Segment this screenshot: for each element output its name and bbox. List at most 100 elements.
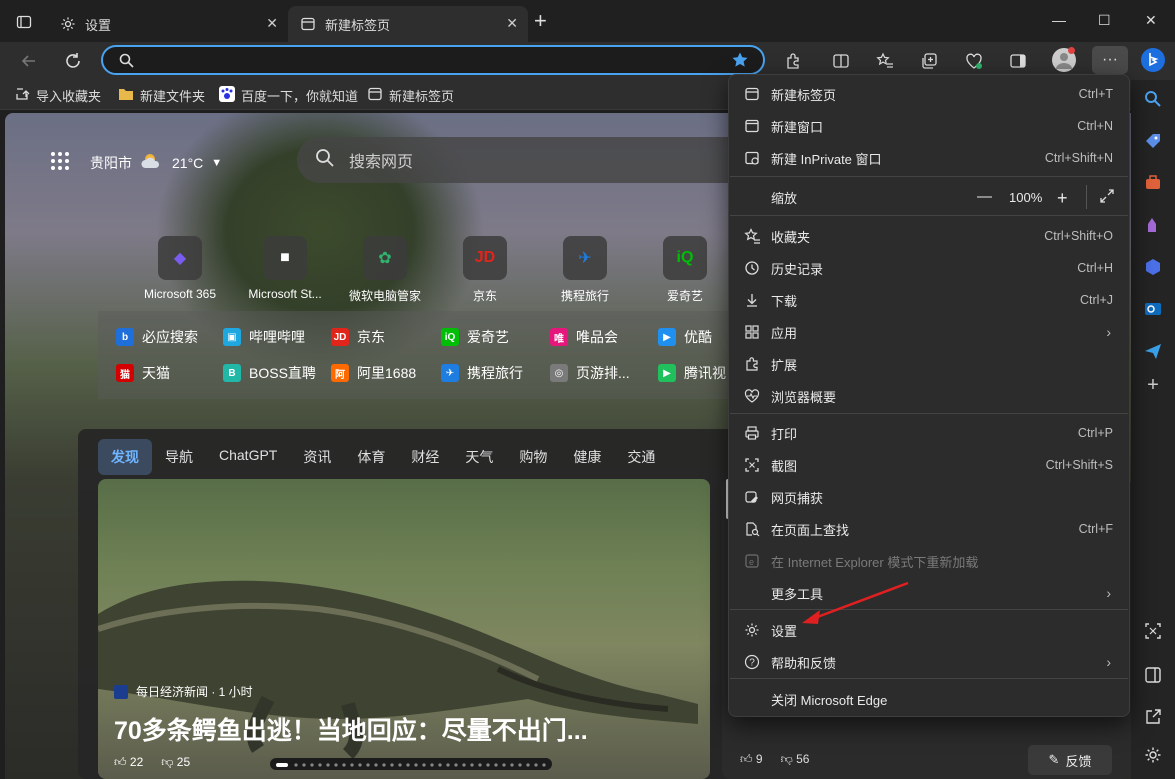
menu-item[interactable]: 设置	[729, 615, 1129, 645]
collections-icon[interactable]	[919, 50, 941, 72]
menu-item[interactable]: 关闭 Microsoft Edge	[729, 684, 1129, 714]
window-icon	[743, 117, 761, 135]
top-site-tile[interactable]: iQ 爱奇艺	[635, 236, 735, 304]
close-tab-icon[interactable]: ✕	[266, 15, 278, 32]
apps-grid-icon[interactable]	[50, 151, 70, 174]
quick-link[interactable]: ◎ 页游排...	[550, 363, 630, 383]
quick-link[interactable]: b 必应搜索	[116, 327, 198, 347]
quick-link[interactable]: ▶ 优酷	[658, 327, 712, 347]
dislike-button[interactable]: 👎︎ 25	[161, 755, 190, 770]
feed-tab[interactable]: 天气	[452, 439, 506, 475]
tools-icon[interactable]	[1142, 172, 1164, 194]
tab-settings[interactable]: 设置 ✕	[44, 6, 288, 42]
menu-item[interactable]: ? 帮助和反馈 ›	[729, 647, 1129, 677]
browser-essentials-icon[interactable]	[963, 50, 985, 72]
quick-link[interactable]: B BOSS直聘	[223, 363, 316, 383]
menu-item[interactable]: 更多工具 ›	[729, 578, 1129, 608]
dislike-button[interactable]: 👎︎ 56	[781, 752, 810, 767]
send-icon[interactable]	[1142, 340, 1164, 362]
search-icon[interactable]	[1142, 88, 1164, 110]
like-button[interactable]: 👍︎ 22	[114, 755, 143, 770]
bookmark-newtab[interactable]: 新建标签页	[367, 86, 454, 105]
quick-link[interactable]: iQ 爱奇艺	[441, 327, 509, 347]
menu-item[interactable]: e 在 Internet Explorer 模式下重新加载	[729, 546, 1129, 576]
top-site-tile[interactable]: ■ Microsoft St...	[235, 236, 335, 301]
menu-item[interactable]: 新建标签页 Ctrl+T	[729, 79, 1129, 109]
outlook-icon[interactable]	[1142, 298, 1164, 320]
bookmark-baidu[interactable]: 百度一下，你就知道	[219, 86, 358, 105]
menu-item[interactable]: 在页面上查找 Ctrl+F	[729, 514, 1129, 544]
quick-link[interactable]: 猫天猫	[116, 363, 170, 383]
open-external-icon[interactable]	[1142, 706, 1164, 728]
feed-tab[interactable]: 交通	[614, 439, 668, 475]
games-icon[interactable]	[1142, 214, 1164, 236]
top-site-tile[interactable]: ◆ Microsoft 365	[130, 236, 230, 301]
chevron-down-icon[interactable]: ▼	[211, 157, 222, 169]
bookmark-import[interactable]: 导入收藏夹	[14, 86, 101, 105]
screenshot-icon[interactable]	[1142, 620, 1164, 642]
sidebar-toggle-icon[interactable]	[1007, 50, 1029, 72]
feed-tab[interactable]: 体育	[344, 439, 398, 475]
microsoft365-icon[interactable]	[1142, 256, 1164, 278]
quick-link[interactable]: 唯唯品会	[550, 327, 618, 347]
weather-widget[interactable]: 贵阳市 21°C ▼	[50, 151, 222, 174]
menu-item[interactable]: 网页捕获	[729, 482, 1129, 512]
quick-link[interactable]: ▣ 哔哩哔哩	[223, 327, 305, 347]
feedback-button[interactable]: ✎ 反馈	[1028, 745, 1112, 775]
menu-item[interactable]: 浏览器概要	[729, 381, 1129, 411]
add-app-icon[interactable]: +	[1142, 374, 1164, 396]
feed-tab[interactable]: ChatGPT	[206, 439, 290, 475]
zoom-in-button[interactable]: +	[1057, 188, 1068, 209]
menu-item[interactable]: 新建窗口 Ctrl+N	[729, 111, 1129, 141]
quick-link[interactable]: ▶ 腾讯视	[658, 363, 726, 383]
menu-item[interactable]: 截图 Ctrl+Shift+S	[729, 450, 1129, 480]
top-site-tile[interactable]: ✈ 携程旅行	[535, 236, 635, 304]
favorite-star-icon[interactable]	[731, 51, 749, 74]
top-site-tile[interactable]: ✿ 微软电脑管家	[335, 236, 435, 304]
close-window-icon[interactable]: ✕	[1145, 12, 1157, 29]
new-tab-button[interactable]: +	[534, 10, 547, 32]
close-tab-icon[interactable]: ✕	[506, 15, 518, 32]
menu-item[interactable]: 历史记录 Ctrl+H	[729, 253, 1129, 283]
quick-link[interactable]: JD 京东	[331, 327, 385, 347]
zoom-out-button[interactable]: —	[977, 188, 992, 205]
favorites-list-icon[interactable]	[874, 50, 896, 72]
menu-item[interactable]: 新建 InPrivate 窗口 Ctrl+Shift+N	[729, 143, 1129, 173]
address-bar[interactable]	[101, 45, 765, 75]
sidebar-settings-icon[interactable]	[1142, 744, 1164, 766]
shopping-tag-icon[interactable]	[1142, 130, 1164, 152]
split-screen-icon[interactable]	[830, 50, 852, 72]
menu-item[interactable]: 应用 ›	[729, 317, 1129, 347]
refresh-icon[interactable]	[62, 50, 84, 72]
news-card[interactable]: 每日经济新闻 · 1 小时 70多条鳄鱼出逃！当地回应：尽量不出门... 👍︎ …	[98, 479, 710, 779]
web-search-box[interactable]: 搜索网页	[297, 137, 757, 183]
feed-tab[interactable]: 导航	[152, 439, 206, 475]
menu-item[interactable]: 缩放 — 100% +	[729, 182, 1129, 212]
news-title[interactable]: 70多条鳄鱼出逃！当地回应：尽量不出门...	[114, 711, 588, 747]
carousel-dots[interactable]	[270, 758, 552, 770]
back-icon[interactable]	[18, 50, 40, 72]
maximize-icon[interactable]: ☐	[1098, 12, 1111, 29]
feed-tab[interactable]: 资讯	[290, 439, 344, 475]
extensions-icon[interactable]	[782, 50, 804, 72]
menu-item[interactable]: 收藏夹 Ctrl+Shift+O	[729, 221, 1129, 251]
sidebar-layout-icon[interactable]	[1142, 664, 1164, 686]
bookmark-folder[interactable]: 新建文件夹	[118, 86, 205, 105]
top-site-tile[interactable]: JD 京东	[435, 236, 535, 304]
like-button[interactable]: 👍︎ 9	[740, 752, 763, 767]
copilot-icon[interactable]	[1139, 46, 1167, 74]
settings-more-button[interactable]: ···	[1092, 46, 1128, 74]
fullscreen-icon[interactable]	[1099, 188, 1115, 208]
menu-item[interactable]: 打印 Ctrl+P	[729, 418, 1129, 448]
feed-tab[interactable]: 购物	[506, 439, 560, 475]
tab-newtab[interactable]: 新建标签页 ✕	[288, 6, 528, 42]
quick-link[interactable]: 阿阿里1688	[331, 363, 416, 383]
feed-tab[interactable]: 健康	[560, 439, 614, 475]
menu-item[interactable]: 扩展	[729, 349, 1129, 379]
feed-tab[interactable]: 发现	[98, 439, 152, 475]
tab-actions-icon[interactable]	[16, 14, 32, 35]
minimize-icon[interactable]: —	[1052, 12, 1066, 28]
feed-tab[interactable]: 财经	[398, 439, 452, 475]
menu-item[interactable]: 下载 Ctrl+J	[729, 285, 1129, 315]
quick-link[interactable]: ✈ 携程旅行	[441, 363, 523, 383]
